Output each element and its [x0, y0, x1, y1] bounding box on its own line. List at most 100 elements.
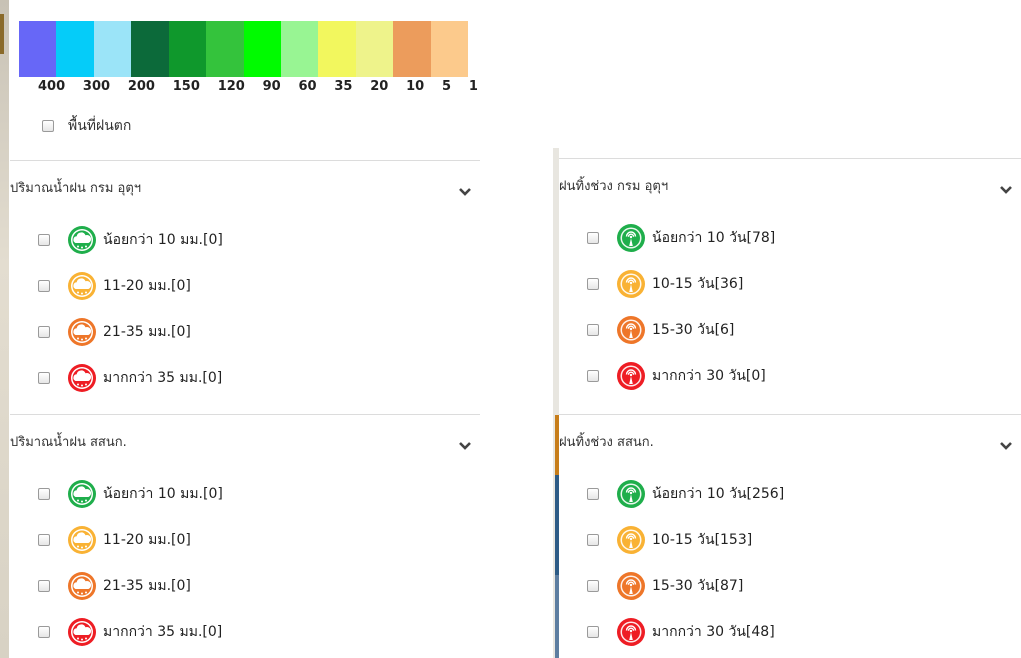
legend-item-label: น้อยกว่า 10 มม.[0]: [103, 232, 223, 248]
section-header[interactable]: ฝนทิ้งช่วง สสนก.: [559, 414, 1021, 467]
chevron-down-icon[interactable]: [999, 436, 1013, 450]
legend-item[interactable]: มากกว่า 35 มม.[0]: [10, 358, 222, 398]
rain-cloud-icon: [67, 225, 97, 255]
legend-item-checkbox[interactable]: [587, 232, 599, 244]
legend-item[interactable]: 15-30 วัน[6]: [559, 310, 734, 350]
rainfall-color-scale: [19, 21, 469, 77]
rain-cloud-icon: [67, 525, 97, 555]
legend-item-label: มากกว่า 35 มม.[0]: [103, 624, 223, 640]
legend-item-label: 11-20 มม.[0]: [103, 278, 191, 294]
legend-item[interactable]: มากกว่า 30 วัน[0]: [559, 356, 766, 396]
scale-swatch: [131, 21, 169, 77]
scale-label: 1: [468, 79, 478, 94]
station-icon: [616, 525, 646, 555]
scale-swatch: [243, 21, 281, 77]
legend-item-checkbox[interactable]: [587, 324, 599, 336]
section-title: ฝนทิ้งช่วง สสนก.: [559, 434, 654, 450]
station-icon: [616, 315, 646, 345]
scale-swatch: [56, 21, 94, 77]
legend-item-label: มากกว่า 30 วัน[48]: [652, 624, 775, 640]
legend-item-checkbox[interactable]: [38, 234, 50, 246]
scale-label: 10: [406, 79, 425, 94]
legend-item-checkbox[interactable]: [587, 580, 599, 592]
chevron-down-icon[interactable]: [999, 180, 1013, 194]
scale-label: 150: [172, 79, 200, 94]
station-icon: [616, 571, 646, 601]
legend-item-checkbox[interactable]: [587, 370, 599, 382]
rain-cloud-icon: [67, 271, 97, 301]
scale-swatch: [318, 21, 356, 77]
legend-item-checkbox[interactable]: [587, 488, 599, 500]
scale-swatch: [93, 21, 132, 77]
legend-item[interactable]: น้อยกว่า 10 วัน[256]: [559, 474, 784, 514]
scale-label: 300: [82, 79, 111, 94]
legend-item-checkbox[interactable]: [38, 280, 50, 292]
map-edge-accent: [0, 14, 4, 54]
scale-label: 200: [127, 79, 155, 94]
legend-item[interactable]: มากกว่า 30 วัน[48]: [559, 612, 775, 652]
section-header[interactable]: ฝนทิ้งช่วง กรม อุตุฯ: [559, 158, 1021, 211]
legend-item-label: มากกว่า 30 วัน[0]: [652, 368, 766, 384]
rain-area-checkbox[interactable]: [42, 120, 54, 132]
scale-label: 5: [441, 79, 452, 94]
legend-item-label: 15-30 วัน[6]: [652, 322, 735, 338]
scale-swatch: [355, 21, 394, 77]
right-legend-panel: ฝนทิ้งช่วง กรม อุตุฯน้อยกว่า 10 วัน[78] 1…: [559, 148, 1021, 658]
section-haii-dry-spell: ฝนทิ้งช่วง สสนก. น้อยกว่า 10 วัน[256] 10-1…: [559, 414, 1021, 654]
legend-item[interactable]: 10-15 วัน[36]: [559, 264, 743, 304]
section-tmd-rainfall: ปริมาณน้ำฝน กรม อุตุฯน้อยกว่า 10 มม.[0] 1…: [10, 160, 480, 400]
legend-item[interactable]: น้อยกว่า 10 มม.[0]: [10, 220, 223, 260]
legend-item-checkbox[interactable]: [38, 534, 50, 546]
section-tmd-dry-spell: ฝนทิ้งช่วง กรม อุตุฯน้อยกว่า 10 วัน[78] 1…: [559, 158, 1021, 398]
rainfall-scale-labels: 400 300 200 150 120 90 60 35 20 10 5 1: [38, 79, 478, 97]
legend-item-label: มากกว่า 35 มม.[0]: [103, 370, 223, 386]
legend-item-label: 10-15 วัน[153]: [652, 532, 753, 548]
section-haii-rainfall: ปริมาณน้ำฝน สสนก. น้อยกว่า 10 มม.[0] 11-20…: [10, 414, 480, 654]
legend-item-checkbox[interactable]: [587, 626, 599, 638]
chevron-down-icon[interactable]: [458, 436, 472, 450]
legend-item[interactable]: 15-30 วัน[87]: [559, 566, 743, 606]
section-title: ปริมาณน้ำฝน กรม อุตุฯ: [10, 180, 142, 196]
legend-item-checkbox[interactable]: [38, 372, 50, 384]
legend-item[interactable]: 11-20 มม.[0]: [10, 520, 191, 560]
legend-item-checkbox[interactable]: [587, 534, 599, 546]
legend-item-label: 21-35 มม.[0]: [103, 578, 191, 594]
legend-item-checkbox[interactable]: [587, 278, 599, 290]
legend-item[interactable]: 21-35 มม.[0]: [10, 312, 191, 352]
section-title: ปริมาณน้ำฝน สสนก.: [10, 434, 127, 450]
legend-item-checkbox[interactable]: [38, 580, 50, 592]
rain-cloud-icon: [67, 571, 97, 601]
rain-area-toggle[interactable]: พื้นที่ฝนตก: [42, 115, 131, 137]
scale-swatch: [19, 21, 57, 77]
chevron-down-icon[interactable]: [458, 182, 472, 196]
scale-swatch: [168, 21, 207, 77]
section-header[interactable]: ปริมาณน้ำฝน สสนก.: [10, 414, 480, 467]
rain-cloud-icon: [67, 479, 97, 509]
legend-item[interactable]: น้อยกว่า 10 วัน[78]: [559, 218, 775, 258]
legend-item[interactable]: 10-15 วัน[153]: [559, 520, 752, 560]
station-icon: [616, 479, 646, 509]
scale-label: 20: [370, 79, 389, 94]
legend-item[interactable]: มากกว่า 35 มม.[0]: [10, 612, 222, 652]
scale-label: 60: [298, 79, 317, 94]
section-header[interactable]: ปริมาณน้ำฝน กรม อุตุฯ: [10, 160, 480, 213]
station-icon: [616, 361, 646, 391]
legend-item[interactable]: น้อยกว่า 10 มม.[0]: [10, 474, 223, 514]
legend-item-label: 21-35 มม.[0]: [103, 324, 191, 340]
legend-item[interactable]: 21-35 มม.[0]: [10, 566, 191, 606]
scale-label: 400: [38, 79, 66, 94]
legend-item-label: น้อยกว่า 10 มม.[0]: [103, 486, 223, 502]
rain-cloud-icon: [67, 317, 97, 347]
legend-item-checkbox[interactable]: [38, 326, 50, 338]
legend-item-label: น้อยกว่า 10 วัน[78]: [652, 230, 776, 246]
legend-item-label: 10-15 วัน[36]: [652, 276, 744, 292]
scale-swatch: [280, 21, 319, 77]
station-icon: [616, 617, 646, 647]
legend-item-checkbox[interactable]: [38, 488, 50, 500]
legend-item-label: น้อยกว่า 10 วัน[256]: [652, 486, 785, 502]
scale-swatch: [430, 21, 469, 77]
rain-area-label: พื้นที่ฝนตก: [68, 118, 132, 134]
legend-item-checkbox[interactable]: [38, 626, 50, 638]
legend-item[interactable]: 11-20 มม.[0]: [10, 266, 191, 306]
scale-swatch: [206, 21, 244, 77]
